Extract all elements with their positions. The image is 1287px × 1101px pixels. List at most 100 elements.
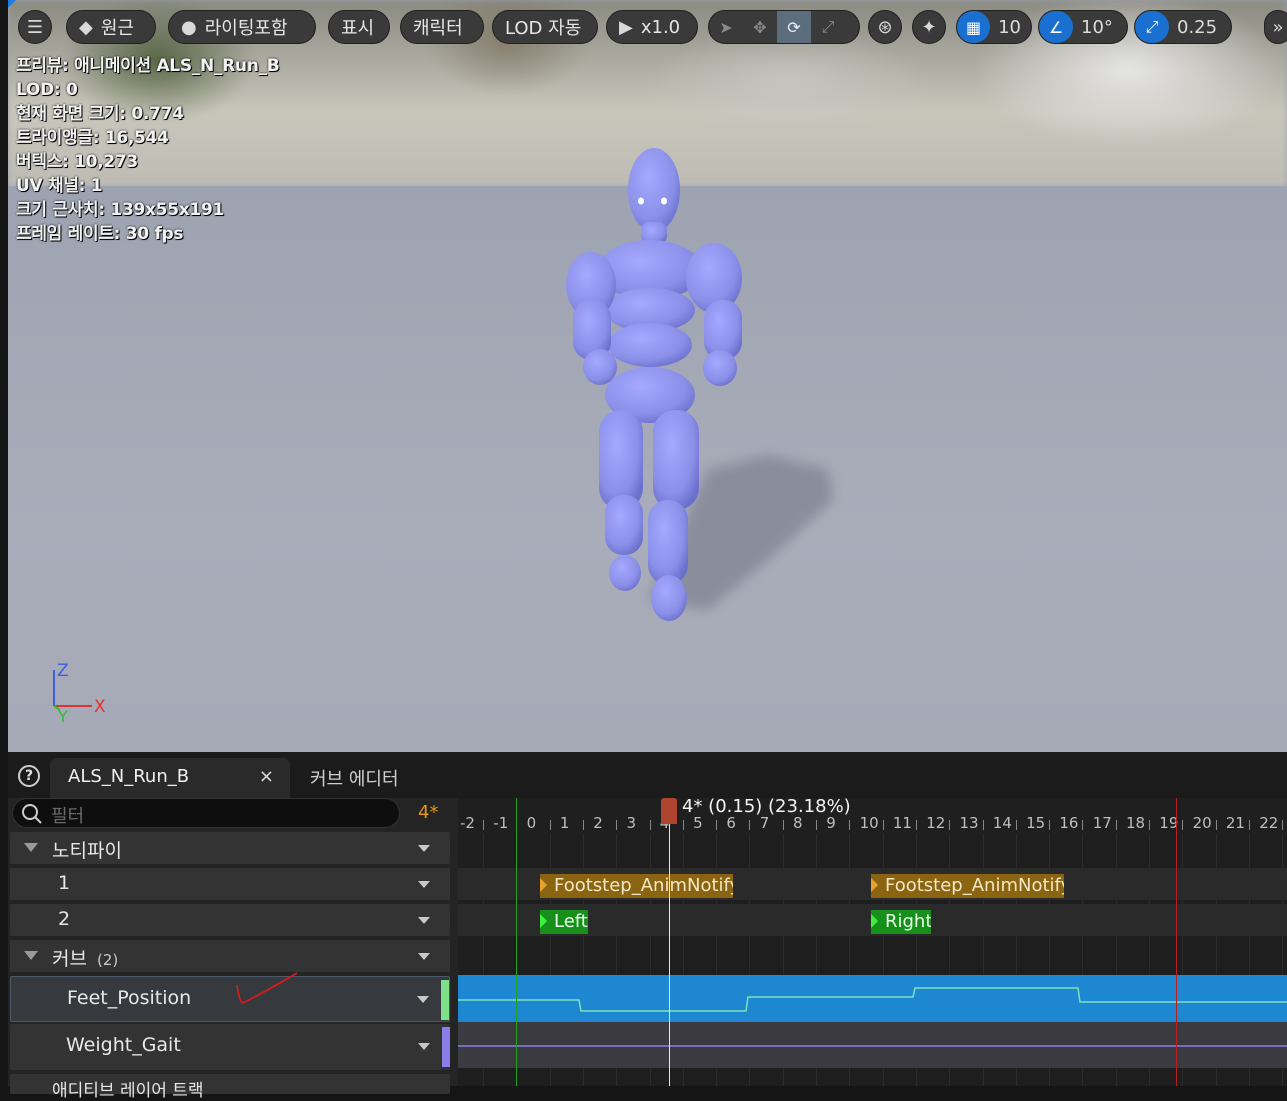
viewport-menu-button[interactable]: ☰ [18,10,52,44]
ruler-tick [782,820,784,830]
character-label: 캐릭터 [413,18,463,39]
ruler-tick [716,820,718,830]
ruler-tick-label: 1 [559,814,570,832]
ruler-tick [882,820,884,830]
notify-diamond-icon [871,913,879,929]
toolbar-overflow-button[interactable]: » [1264,10,1287,44]
axis-z-label: Z [57,661,69,681]
ruler-tick [982,820,984,830]
ruler-tick-label: 13 [959,814,979,832]
ruler-tick-label: 14 [992,814,1012,832]
dropdown-arrow-icon[interactable] [418,917,430,924]
notify-track-row-1[interactable]: 1 [10,868,450,900]
notify-label: Footstep_AnimNotify [885,875,1064,896]
curve-color-swatch[interactable] [441,980,449,1020]
ruler-tick-label: 11 [892,814,912,832]
ruler-tick [582,820,584,830]
expand-triangle-icon[interactable] [24,843,38,852]
ruler-tick-label: -1 [493,814,509,832]
globe-axes-icon: ⊛ [877,16,893,38]
notify-header-row[interactable]: 노티파이 [10,832,450,864]
ruler-tick [1248,820,1250,830]
world-local-toggle[interactable]: ⊛ [868,10,902,44]
translate-tool-icon[interactable]: ✥ [743,11,777,43]
ruler-tick-label: -2 [460,814,475,832]
dropdown-arrow-icon[interactable] [418,881,430,888]
play-icon: ▶ [619,16,633,38]
character-menu-button[interactable]: 캐릭터 [400,10,484,44]
help-icon[interactable]: ? [18,765,40,787]
notify-header-label: 노티파이 [52,840,122,862]
scale-tool-icon[interactable]: ⤢ [811,11,845,43]
dropdown-arrow-icon[interactable] [418,953,430,960]
curve-label: Feet_Position [67,987,192,1009]
play-speed-button[interactable]: ▶ x1.0 [606,10,698,44]
grid-snap-toggle[interactable]: ▦ 10 [956,10,1032,44]
curve-row-weight-gait[interactable]: Weight_Gait [10,1024,450,1070]
end-frame-marker [1176,798,1177,1086]
footstep-notify-1[interactable]: Footstep_AnimNotify [540,874,733,898]
dropdown-arrow-icon[interactable] [417,996,429,1003]
curve-row-feet-position[interactable]: Feet_Position [10,972,450,1022]
ruler-tick [483,820,484,830]
lod-auto-button[interactable]: LOD 자동 [492,10,598,44]
feet-position-curve-track[interactable] [458,975,1287,1022]
ruler-tick-label: 12 [926,814,946,832]
curves-header-label: 커브 [52,948,87,970]
lighting-mode-button[interactable]: ● 라이팅포함 [168,10,316,44]
surface-snap-button[interactable]: ✦ [912,10,946,44]
ruler-tick [1049,820,1051,830]
tab-curve-editor[interactable]: 커브 에디터 [310,765,399,791]
curve-color-swatch[interactable] [442,1027,450,1067]
red-checkmark-annotation [236,972,298,1004]
dropdown-arrow-icon[interactable] [418,1043,430,1050]
notify-track-row-2[interactable]: 2 [10,904,450,936]
curves-header-row[interactable]: 커브 (2) [10,940,450,972]
stat-lod: LOD: 0 [16,80,78,100]
animation-timeline[interactable]: -2-1012345678910111213141516171819202122… [458,798,1287,1086]
ruler-tick [649,820,651,830]
ruler-tick-label: 16 [1059,814,1079,832]
scale-arrow-icon: ⤢ [1135,11,1169,43]
right-notify[interactable]: Right [871,910,931,934]
curves-header: 커브 (2) [52,944,118,971]
notify-diamond-icon [540,913,548,929]
playhead-handle[interactable] [661,798,677,824]
footstep-notify-2[interactable]: Footstep_AnimNotify [871,874,1064,898]
perspective-button[interactable]: ◆ 원근 [66,10,156,44]
axis-x-label: X [94,697,106,717]
ruler-tick [549,820,551,830]
rotate-tool-icon[interactable]: ⟳ [777,11,811,43]
ruler-tick [1282,820,1284,830]
ruler-tick-label: 3 [626,814,637,832]
left-notify[interactable]: Left [540,910,588,934]
ruler-tick-label: 10 [859,814,879,832]
dropdown-arrow-icon[interactable] [418,845,430,852]
ruler-tick [949,820,951,830]
angle-snap-toggle[interactable]: ∠ 10° [1038,10,1128,44]
close-icon[interactable]: × [259,766,274,787]
lighting-label: 라이팅포함 [204,18,288,39]
ruler-tick [1115,820,1117,830]
scale-snap-toggle[interactable]: ⤢ 0.25 [1134,10,1232,44]
ruler-tick-label: 18 [1126,814,1146,832]
angle-snap-value: 10° [1081,16,1113,38]
show-menu-button[interactable]: 표시 [328,10,390,44]
ruler-tick [915,820,917,830]
axis-gizmo: Z X Y [53,661,106,726]
tab-label: ALS_N_Run_B [68,766,190,787]
ruler-tick [1149,820,1150,830]
filter-input[interactable]: 필터 [12,798,400,828]
stat-vertices: 버텍스: 10,273 [16,152,138,172]
playhead-line [669,798,670,1086]
animation-preview-viewport[interactable]: ☰ ◆ 원근 ● 라이팅포함 표시 캐릭터 LOD 자동 ▶ x1.0 ➤ ✥ … [8,0,1287,752]
ruler-tick-label: 22 [1259,814,1279,832]
select-tool-icon[interactable]: ➤ [709,11,743,43]
frame-ruler[interactable]: -2-1012345678910111213141516171819202122 [458,798,1287,834]
additive-layer-header-row[interactable]: 애디티브 레이어 트랙 [10,1074,450,1101]
expand-triangle-icon[interactable] [24,951,38,960]
tab-als-n-run-b[interactable]: ALS_N_Run_B × [50,758,290,798]
weight-gait-curve-track[interactable] [458,1022,1287,1068]
axis-y-label: Y [57,707,68,726]
ruler-tick [682,820,684,830]
